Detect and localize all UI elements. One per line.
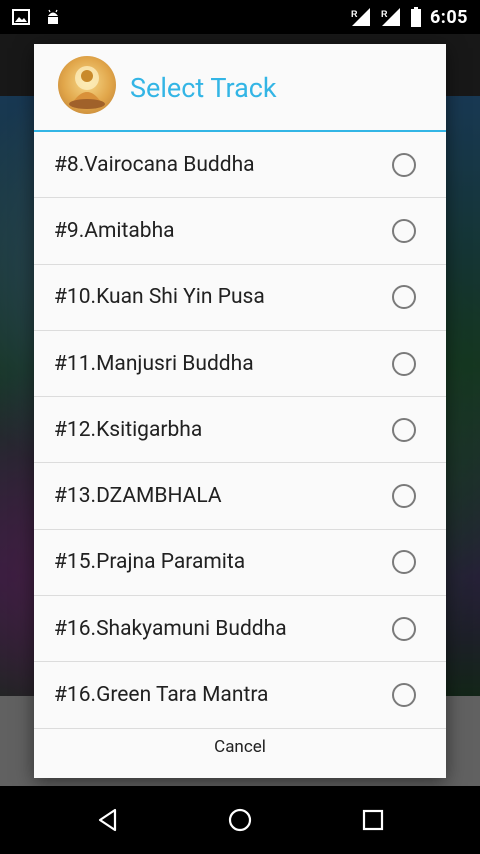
back-icon[interactable] — [96, 808, 120, 832]
svg-text:R: R — [351, 9, 358, 19]
list-item[interactable]: #13.DZAMBHALA — [34, 463, 446, 530]
image-icon — [12, 9, 30, 25]
clock: 6:05 — [429, 6, 468, 28]
radio-button[interactable] — [392, 285, 416, 310]
list-item[interactable]: #15.Prajna Paramita — [34, 530, 446, 597]
track-label: #13.DZAMBHALA — [54, 484, 222, 509]
track-label: #12.Ksitigarbha — [54, 417, 203, 442]
status-bar: R R 6:05 — [0, 0, 480, 34]
select-track-dialog: Select Track #8.Vairocana Buddha #9.Amit… — [34, 44, 446, 778]
track-label: #15.Prajna Paramita — [54, 550, 246, 575]
radio-button[interactable] — [392, 218, 416, 243]
dialog-header: Select Track — [34, 44, 446, 132]
track-label: #16.Shakyamuni Buddha — [54, 616, 287, 641]
radio-button[interactable] — [392, 152, 416, 177]
track-label: #16.Green Tara Mantra — [54, 683, 269, 708]
buddha-logo-icon — [58, 56, 116, 114]
list-item[interactable]: #10.Kuan Shi Yin Pusa — [34, 265, 446, 331]
track-list: #8.Vairocana Buddha #9.Amitabha #10.Kuan… — [34, 132, 446, 729]
signal-roaming-icon: R — [381, 8, 400, 26]
track-label: #8.Vairocana Buddha — [54, 152, 255, 177]
list-item[interactable]: #16.Shakyamuni Buddha — [34, 596, 446, 663]
dialog-footer: Cancel — [34, 716, 446, 778]
android-icon — [48, 9, 58, 24]
radio-button[interactable] — [392, 683, 416, 708]
radio-button[interactable] — [392, 484, 416, 509]
list-item[interactable]: #11.Manjusri Buddha — [34, 331, 446, 398]
list-item[interactable]: #12.Ksitigarbha — [34, 397, 446, 464]
track-label: #9.Amitabha — [54, 218, 175, 243]
track-label: #10.Kuan Shi Yin Pusa — [54, 285, 265, 310]
svg-text:R: R — [381, 9, 388, 19]
track-label: #11.Manjusri Buddha — [54, 351, 254, 376]
signal-roaming-icon: R — [351, 8, 370, 26]
cancel-button[interactable]: Cancel — [214, 737, 266, 757]
list-item[interactable]: #9.Amitabha — [34, 198, 446, 265]
recents-icon[interactable] — [361, 808, 385, 832]
dialog-title: Select Track — [130, 72, 277, 104]
radio-button[interactable] — [392, 550, 416, 575]
radio-button[interactable] — [392, 417, 416, 442]
radio-button[interactable] — [392, 616, 416, 641]
radio-button[interactable] — [392, 351, 416, 376]
navigation-bar — [0, 786, 480, 854]
battery-icon — [410, 7, 421, 27]
home-icon[interactable] — [228, 808, 252, 832]
list-item[interactable]: #8.Vairocana Buddha — [34, 132, 446, 199]
